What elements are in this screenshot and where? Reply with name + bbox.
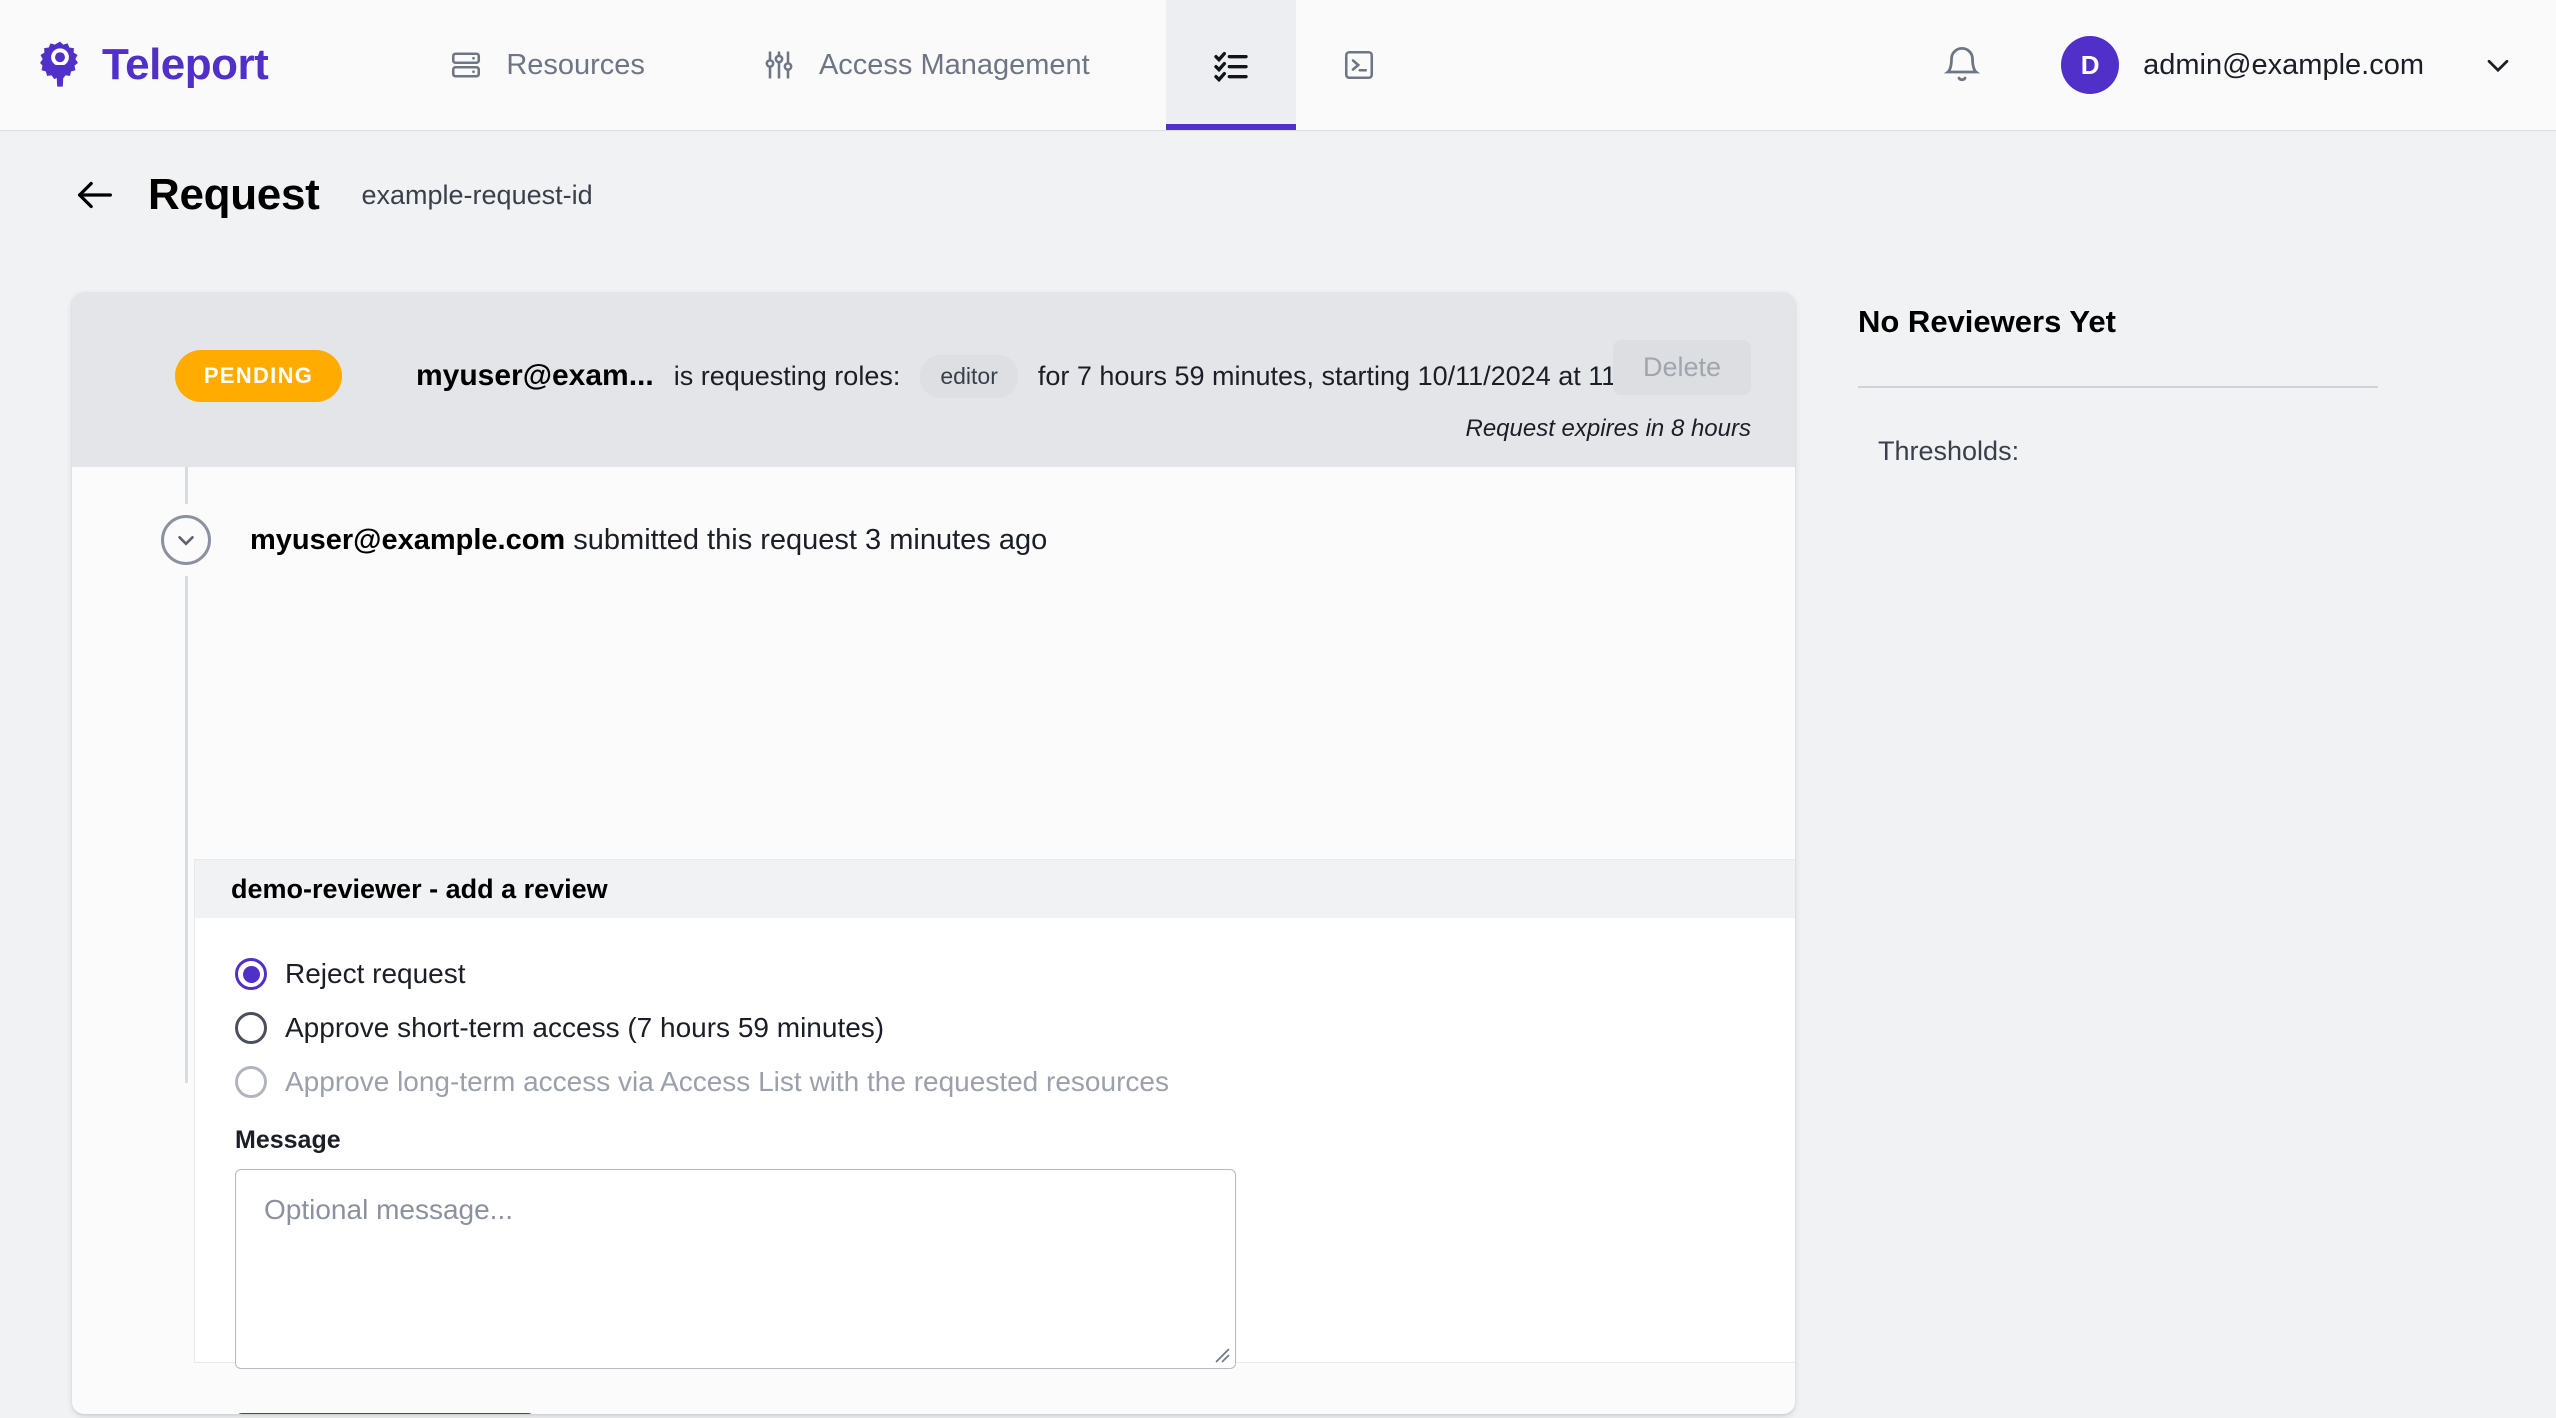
message-placeholder: Optional message... [264,1194,514,1225]
reviewers-sidebar: No Reviewers Yet Thresholds: [1858,259,2418,467]
thresholds-label: Thresholds: [1878,436,2020,466]
notifications-button[interactable] [1925,28,1999,102]
reviewers-title: No Reviewers Yet [1858,304,2116,339]
sidebar-divider [1858,386,2378,388]
nav-item-list: Resources Access Management [420,0,1421,130]
radio-option-reject-label: Reject request [285,958,466,989]
brand-name: Teleport [102,40,269,89]
radio-reject-indicator[interactable] [235,958,267,990]
nav-item-resources[interactable]: Resources [420,0,673,130]
brand-logo-link[interactable]: Teleport [0,0,308,130]
review-panel-body: Reject request Approve short-term access… [195,918,1795,1414]
status-badge: PENDING [175,350,342,402]
role-pill-editor: editor [920,354,1018,398]
avatar: D [2061,36,2120,94]
request-summary-line: PENDING myuser@exam... is requesting rol… [116,350,1694,402]
request-body: myuser@example.com submitted this reques… [72,467,1795,1414]
timeline-event-text: myuser@example.com submitted this reques… [250,524,1047,557]
banner-actions: Delete Request expires in 8 hours [1465,292,1752,443]
terminal-icon [1341,47,1377,83]
topbar-right-cluster: D admin@example.com [1925,0,2556,130]
request-id-label: example-request-id [361,179,593,210]
teleport-gear-logo-icon [34,39,86,91]
review-panel: demo-reviewer - add a review Reject requ… [194,859,1795,1414]
page-header: Request example-request-id [0,131,2556,259]
requesting-roles-label: is requesting roles: [673,360,901,391]
timeline-actor: myuser@example.com [250,523,566,556]
nav-item-access-management[interactable]: Access Management [733,0,1118,130]
radio-option-approve-short-term[interactable]: Approve short-term access (7 hours 59 mi… [235,1012,1775,1044]
timeline-node [150,504,222,576]
nav-item-access-management-label: Access Management [818,48,1090,81]
user-menu-button[interactable]: D admin@example.com [2061,36,2516,94]
radio-option-approve-long-term: Approve long-term access via Access List… [235,1066,1775,1098]
radio-option-approve-long-term-label: Approve long-term access via Access List… [285,1066,1169,1097]
chevron-down-icon [2480,47,2516,83]
nav-item-terminal[interactable] [1296,0,1422,130]
requester-name: myuser@exam... [416,359,654,392]
top-navigation-bar: Teleport Resources Access Management D a… [0,0,2556,131]
delete-button[interactable]: Delete [1612,340,1751,395]
server-rack-icon [448,47,484,83]
textarea-resize-handle[interactable] [1212,1345,1230,1363]
timeline-event: myuser@example.com submitted this reques… [72,504,1047,576]
radio-option-approve-short-term-label: Approve short-term access (7 hours 59 mi… [285,1012,885,1043]
checklist-icon [1211,45,1251,85]
message-input[interactable]: Optional message... [235,1169,1236,1369]
bell-icon [1941,44,1983,86]
radio-option-reject[interactable]: Reject request [235,958,1775,990]
review-panel-header: demo-reviewer - add a review [195,860,1795,918]
nav-item-access-requests[interactable] [1165,0,1296,130]
back-button[interactable] [72,172,118,218]
request-card: PENDING myuser@exam... is requesting rol… [72,292,1795,1414]
page-title: Request [148,170,320,219]
submit-review-button[interactable]: Submit Review [235,1413,535,1414]
radio-approve-short-term-indicator[interactable] [235,1012,267,1044]
request-banner: PENDING myuser@exam... is requesting rol… [72,292,1795,467]
request-expires-text: Request expires in 8 hours [1465,415,1752,442]
sliders-icon [761,47,797,83]
timeline-action: submitted this request 3 minutes ago [565,523,1048,556]
chevron-down-circle-icon[interactable] [161,515,211,565]
radio-approve-long-term-indicator [235,1066,267,1098]
nav-item-resources-label: Resources [506,48,645,81]
message-field-label: Message [235,1126,341,1154]
user-email-label: admin@example.com [2143,48,2424,81]
